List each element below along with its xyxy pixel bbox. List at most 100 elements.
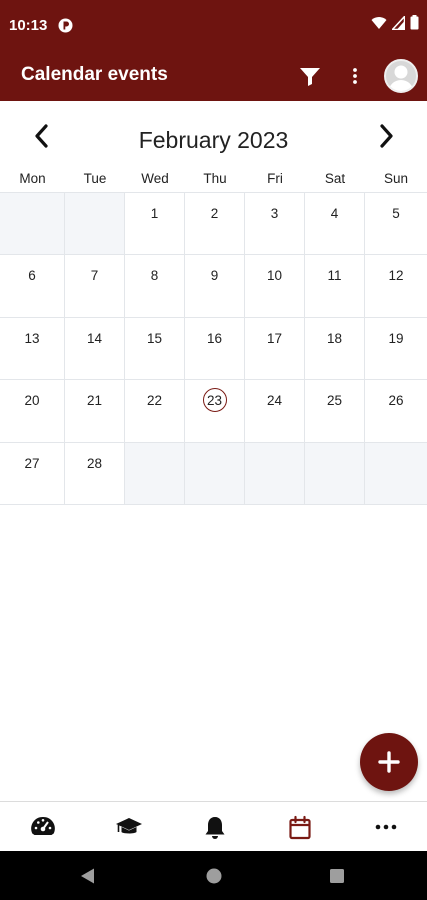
system-home-button[interactable] — [205, 867, 223, 890]
calendar-day-cell[interactable]: 11 — [305, 255, 365, 318]
calendar-day-cell[interactable]: 1 — [125, 193, 185, 256]
calendar-day-cell[interactable]: 17 — [245, 317, 305, 381]
calendar-day-cell[interactable]: 3 — [245, 193, 305, 256]
day-number: 6 — [28, 268, 36, 284]
day-number: 14 — [86, 330, 103, 346]
user-icon — [389, 65, 413, 91]
app-bar: Calendar events — [0, 50, 427, 101]
calendar-day-cell[interactable]: 20 — [0, 380, 65, 443]
day-number: 25 — [326, 393, 343, 409]
weekday-label: Wed — [141, 171, 169, 186]
day-number: 24 — [266, 393, 283, 409]
day-number: 5 — [392, 206, 400, 221]
bell-icon — [205, 817, 225, 839]
month-header: February 2023 — [0, 101, 427, 165]
calendar-day-cell[interactable]: 28 — [65, 442, 125, 505]
calendar-day-cell[interactable]: 14 — [65, 317, 125, 381]
screen: 10:13 Calendar events February 2023 Mon … — [0, 0, 427, 900]
day-number: 22 — [146, 393, 163, 409]
page-title: Calendar events — [21, 64, 168, 85]
day-number: 12 — [388, 268, 404, 284]
day-number: 13 — [24, 330, 40, 346]
chevron-right-icon — [380, 124, 393, 148]
calendar-day-cell[interactable]: 13 — [0, 317, 65, 381]
calendar-day-cell[interactable]: 7 — [65, 255, 125, 318]
calendar-day-cell[interactable]: 9 — [185, 255, 245, 318]
day-number: 19 — [388, 330, 404, 346]
day-number: 17 — [266, 330, 283, 346]
calendar-empty-cell — [305, 442, 365, 505]
avatar[interactable] — [384, 59, 418, 93]
calendar-grid: 1 2 3 4 5 6 7 8 9 10 11 12 13 14 15 16 17 18 19 20 21 22 23 24 2… — [0, 192, 427, 505]
day-number: 8 — [150, 268, 159, 284]
system-back-button[interactable] — [79, 867, 97, 890]
nav-notifications[interactable] — [201, 815, 229, 841]
weekday-label: Thu — [203, 171, 227, 186]
app-notification-icon — [58, 18, 73, 33]
calendar-day-cell[interactable]: 10 — [245, 255, 305, 318]
day-number: 3 — [270, 206, 279, 221]
system-navigation-bar — [0, 851, 427, 900]
calendar-empty-cell — [365, 442, 427, 505]
system-recents-button[interactable] — [328, 867, 346, 890]
filter-button[interactable] — [298, 64, 322, 88]
home-icon — [206, 868, 222, 884]
add-event-button[interactable] — [360, 733, 418, 791]
calendar-day-cell[interactable]: 4 — [305, 193, 365, 256]
weekday-header: Mon Tue Wed Thu Fri Sat Sun — [0, 168, 427, 192]
calendar-day-cell[interactable]: 2 — [185, 193, 245, 256]
calendar-day-cell[interactable]: 12 — [365, 255, 427, 318]
dashboard-icon — [31, 816, 55, 835]
battery-icon — [410, 15, 419, 35]
calendar-day-cell[interactable]: 21 — [65, 380, 125, 443]
day-number: 20 — [24, 393, 40, 409]
nav-dashboard[interactable] — [29, 815, 57, 841]
status-time: 10:13 — [9, 17, 48, 34]
calendar-day-cell[interactable]: 26 — [365, 380, 427, 443]
more-horiz-icon — [375, 824, 397, 830]
calendar-day-cell[interactable]: 23 — [185, 380, 245, 443]
calendar-day-cell[interactable]: 15 — [125, 317, 185, 381]
calendar-empty-cell — [245, 442, 305, 505]
weekday-label: Fri — [267, 171, 283, 186]
calendar-day-cell[interactable]: 24 — [245, 380, 305, 443]
day-number: 15 — [146, 330, 163, 346]
plus-icon — [378, 751, 400, 773]
calendar-day-cell[interactable]: 25 — [305, 380, 365, 443]
bottom-navigation — [0, 801, 427, 851]
calendar-day-cell[interactable]: 27 — [0, 442, 65, 505]
day-number: 11 — [327, 268, 342, 284]
day-number: 7 — [90, 268, 99, 284]
calendar-day-cell[interactable]: 19 — [365, 317, 427, 381]
calendar-day-cell[interactable]: 16 — [185, 317, 245, 381]
weekday-label: Sat — [324, 171, 346, 186]
calendar-day-cell[interactable]: 6 — [0, 255, 65, 318]
day-number: 9 — [210, 268, 219, 284]
more-vert-icon — [353, 68, 357, 84]
calendar-day-cell[interactable]: 8 — [125, 255, 185, 318]
signal-icon — [390, 14, 406, 35]
recents-icon — [330, 869, 344, 883]
calendar-empty-cell — [125, 442, 185, 505]
day-number: 27 — [24, 455, 40, 471]
day-number: 23 — [206, 393, 223, 409]
graduation-cap-icon — [116, 818, 142, 834]
day-number: 2 — [210, 206, 219, 221]
back-icon — [81, 868, 94, 884]
calendar-day-cell[interactable]: 5 — [365, 193, 427, 256]
nav-more[interactable] — [372, 815, 400, 841]
calendar-day-cell[interactable]: 22 — [125, 380, 185, 443]
calendar-day-cell[interactable]: 18 — [305, 317, 365, 381]
next-month-button[interactable] — [374, 123, 398, 149]
day-number: 26 — [388, 393, 404, 409]
nav-courses[interactable] — [115, 815, 143, 841]
day-number: 4 — [330, 206, 339, 221]
more-options-button[interactable] — [344, 64, 366, 88]
weekday-label: Tue — [83, 171, 107, 186]
weekday-label: Mon — [19, 171, 46, 186]
status-bar: 10:13 — [0, 0, 427, 50]
day-number: 1 — [150, 206, 159, 221]
calendar-empty-cell — [0, 193, 65, 256]
nav-calendar[interactable] — [286, 815, 314, 841]
calendar-empty-cell — [65, 193, 125, 256]
